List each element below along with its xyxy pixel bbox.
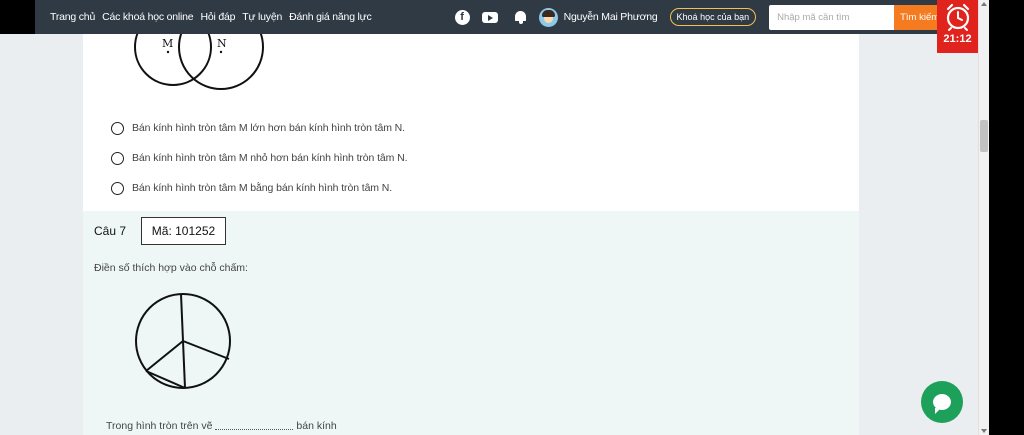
my-courses-button[interactable]: Khoá học của bạn [669, 8, 757, 26]
nav-qa[interactable]: Hỏi đáp [200, 11, 235, 23]
answer-blank[interactable] [215, 422, 294, 430]
option-text: Bán kính hình tròn tâm M bằng bán kính h… [132, 182, 393, 194]
chat-button[interactable] [921, 381, 963, 423]
scroll-down-icon[interactable] [981, 429, 987, 433]
youtube-icon[interactable] [481, 11, 498, 23]
option-2[interactable]: Bán kính hình tròn tâm M nhỏ hơn bán kín… [111, 143, 408, 173]
search-input[interactable] [769, 4, 895, 30]
answer-prefix: Trong hình tròn trên vẽ [106, 420, 213, 432]
option-3[interactable]: Bán kính hình tròn tâm M bằng bán kính h… [111, 173, 407, 203]
chat-bubble-icon [933, 394, 951, 414]
facebook-icon[interactable]: f [454, 9, 470, 25]
page-left-gutter [0, 34, 83, 435]
answer-suffix: bán kính [296, 420, 337, 432]
user-name[interactable]: Nguyễn Mai Phương [564, 11, 658, 23]
bell-icon[interactable] [514, 10, 527, 24]
timer-value: 21:12 [943, 33, 972, 45]
nav-links: Trang chủ Các khoá học online Hỏi đáp Tự… [50, 11, 379, 23]
question-7-label: Câu 7 [94, 224, 127, 238]
nav-self-practice[interactable]: Tự luyện [242, 11, 282, 23]
question-6-options: Bán kính hình tròn tâm M lớn hơn bán kín… [111, 113, 408, 203]
alarm-clock-icon [946, 3, 969, 31]
question-code-badge: Mã: 101252 [141, 217, 226, 245]
vertical-scrollbar[interactable] [978, 0, 989, 435]
question-7-prompt: Điền số thích hợp vào chỗ chấm: [94, 262, 248, 274]
circle-radii-figure [135, 293, 231, 389]
avatar[interactable] [538, 7, 558, 27]
radio-button[interactable] [111, 181, 124, 195]
radio-button[interactable] [111, 121, 124, 135]
label-n: N [217, 37, 227, 50]
nav-online-courses[interactable]: Các khoá học online [102, 11, 194, 23]
social-links: f [454, 9, 514, 25]
scroll-up-icon[interactable] [981, 2, 987, 6]
label-m: M [162, 37, 173, 50]
top-navbar: Trang chủ Các khoá học online Hỏi đáp Tự… [35, 0, 978, 34]
fill-in-blank-sentence: Trong hình tròn trên vẽ bán kính [106, 420, 337, 432]
search-button[interactable]: Tìm kiếm [894, 4, 938, 30]
option-text: Bán kính hình tròn tâm M lớn hơn bán kín… [132, 122, 405, 134]
radio-button[interactable] [111, 151, 124, 165]
option-1[interactable]: Bán kính hình tròn tâm M lớn hơn bán kín… [111, 113, 407, 143]
option-text: Bán kính hình tròn tâm M nhỏ hơn bán kín… [132, 152, 408, 164]
nav-home[interactable]: Trang chủ [50, 11, 95, 23]
nav-assessment[interactable]: Đánh giá năng lực [289, 11, 372, 23]
scrollbar-thumb[interactable] [980, 120, 988, 152]
countdown-timer: 21:12 [937, 0, 978, 53]
